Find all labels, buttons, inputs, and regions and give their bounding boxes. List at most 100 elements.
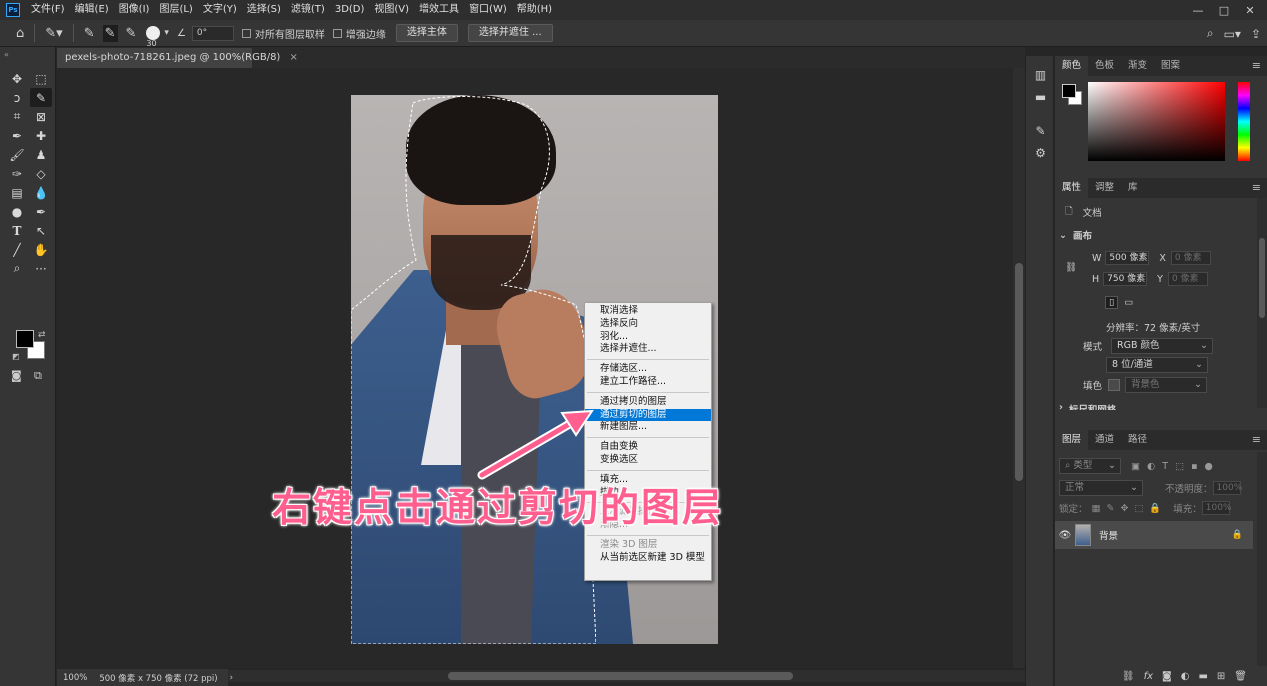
horizontal-scroll-thumb[interactable] xyxy=(448,672,793,680)
eye-icon[interactable]: 👁 xyxy=(1055,530,1075,541)
chevron-down-icon[interactable]: ▾ xyxy=(164,28,169,38)
fill-dropdown[interactable]: 背景色 ⌄ xyxy=(1125,377,1208,393)
select-and-mask-button[interactable]: 选择并遮住 ... xyxy=(467,24,553,42)
marquee-tool-icon[interactable]: ⬚ xyxy=(30,69,52,88)
vertical-scrollbar[interactable] xyxy=(1013,68,1025,668)
blend-mode-dropdown[interactable]: 正常 ⌄ xyxy=(1059,480,1143,496)
menu-item-5[interactable]: 选择(S) xyxy=(242,0,286,20)
path-selection-icon[interactable]: ↖ xyxy=(30,221,52,240)
chevron-down-icon[interactable]: ⌄ xyxy=(1059,230,1067,241)
mode-dropdown[interactable]: RGB 颜色 ⌄ xyxy=(1111,338,1214,354)
width-field[interactable]: 500 像素 xyxy=(1105,251,1150,265)
tab-patterns[interactable]: 图案 xyxy=(1154,56,1187,76)
share-icon[interactable]: ⇪ xyxy=(1251,27,1261,41)
context-menu-item[interactable]: 变换选区 xyxy=(585,454,711,467)
filter-smart-icon[interactable]: ▪ xyxy=(1191,461,1197,472)
close-tab-icon[interactable]: × xyxy=(290,52,298,63)
dodge-tool-icon[interactable]: ● xyxy=(6,202,28,221)
chevron-right-icon[interactable]: › xyxy=(1059,402,1063,410)
menu-item-1[interactable]: 编辑(E) xyxy=(70,0,114,20)
eyedropper-tool-icon[interactable]: ✒ xyxy=(6,126,28,145)
quick-selection-preset-icon[interactable]: ✎▾ xyxy=(45,26,62,41)
panel-menu-icon[interactable]: ≡ xyxy=(1252,59,1261,72)
tab-gradients[interactable]: 渐变 xyxy=(1121,56,1154,76)
tab-swatches[interactable]: 色板 xyxy=(1088,56,1121,76)
horizontal-scrollbar[interactable] xyxy=(228,670,1025,682)
context-menu-item[interactable]: 新建图层... xyxy=(585,421,711,434)
quick-selection-tool-icon[interactable]: ✎ xyxy=(30,88,52,107)
status-arrow-icon[interactable]: › xyxy=(230,673,233,683)
screen-mode-icon[interactable]: ⧉ xyxy=(34,369,42,383)
context-menu-item[interactable]: 通过剪切的图层 xyxy=(585,408,711,422)
frame-tool-icon[interactable]: ⊠ xyxy=(30,107,52,126)
home-icon[interactable]: ⌂ xyxy=(16,26,24,41)
checkbox-box[interactable] xyxy=(332,28,342,38)
zoom-level[interactable]: 100% xyxy=(63,673,87,683)
zoom-tool-icon[interactable]: ⌕ xyxy=(6,259,28,278)
lock-position-icon[interactable]: ✥ xyxy=(1120,503,1128,514)
filter-pixel-icon[interactable]: ▣ xyxy=(1131,461,1140,472)
vertical-scroll-thumb[interactable] xyxy=(1015,263,1023,481)
menu-item-2[interactable]: 图像(I) xyxy=(114,0,155,20)
workspace-icon[interactable]: ▭▾ xyxy=(1224,27,1241,41)
context-menu-item[interactable]: 羽化... xyxy=(585,331,711,344)
stamp-tool-icon[interactable]: ♟ xyxy=(30,145,52,164)
tab-paths[interactable]: 路径 xyxy=(1121,430,1154,450)
blur-tool-icon[interactable]: 💧 xyxy=(30,183,52,202)
rulers-grids-section[interactable]: › 标尺和网格 xyxy=(1059,402,1116,410)
trash-icon[interactable]: 🗑 xyxy=(1234,671,1247,682)
history-brush-icon[interactable]: ✑ xyxy=(6,164,28,183)
hand-tool-icon[interactable]: ✋ xyxy=(30,240,52,259)
type-tool-icon[interactable]: T xyxy=(6,221,28,240)
portrait-icon[interactable]: ▯ xyxy=(1105,296,1119,309)
layer-row-background[interactable]: 👁 背景 🔒 xyxy=(1055,521,1253,549)
default-colors-icon[interactable]: ◩ xyxy=(12,352,20,361)
tab-adjustments[interactable]: 调整 xyxy=(1088,178,1121,198)
properties-scrollbar[interactable] xyxy=(1257,198,1267,408)
fill-opacity-field[interactable]: 100% xyxy=(1201,501,1232,515)
tab-libraries[interactable]: 库 xyxy=(1121,178,1145,198)
adjustments-icon[interactable]: ⚙ xyxy=(1026,142,1055,164)
hue-slider[interactable] xyxy=(1238,82,1250,161)
comments-icon[interactable]: ▬ xyxy=(1026,86,1055,108)
context-menu-item[interactable]: 从当前选区新建 3D 模型 xyxy=(585,552,711,565)
context-menu-item[interactable]: 建立工作路径... xyxy=(585,376,711,389)
menu-item-0[interactable]: 文件(F) xyxy=(26,0,70,20)
panel-menu-icon[interactable]: ≡ xyxy=(1252,433,1261,446)
filter-shape-icon[interactable]: ⬚ xyxy=(1175,461,1184,472)
tab-color[interactable]: 颜色 xyxy=(1055,56,1089,76)
context-menu-item[interactable]: 选择并遮住... xyxy=(585,343,711,356)
layers-scrollbar[interactable] xyxy=(1257,452,1267,666)
lock-image-icon[interactable]: ✎ xyxy=(1107,503,1115,514)
search-icon[interactable]: ⌕ xyxy=(1207,26,1214,41)
tab-channels[interactable]: 通道 xyxy=(1088,430,1121,450)
tab-layers[interactable]: 图层 xyxy=(1055,430,1089,450)
context-menu-item[interactable]: 存储选区... xyxy=(585,363,711,376)
lock-artboard-icon[interactable]: ⬚ xyxy=(1134,503,1143,514)
menu-item-11[interactable]: 帮助(H) xyxy=(512,0,557,20)
context-menu-item[interactable]: 自由变换 xyxy=(585,441,711,454)
new-adjustment-icon[interactable]: ◐ xyxy=(1181,671,1190,682)
color-fg-swatch[interactable] xyxy=(1062,84,1076,98)
link-icon[interactable]: ⛓ xyxy=(1065,262,1077,273)
link-layers-icon[interactable]: ⛓ xyxy=(1122,671,1135,682)
quick-mask-icon[interactable]: ◙ xyxy=(11,369,22,382)
history-icon[interactable]: ▥ xyxy=(1026,64,1055,86)
new-layer-icon[interactable]: ⊞ xyxy=(1217,671,1225,682)
lock-icon[interactable]: 🔒 xyxy=(1232,530,1243,540)
eraser-tool-icon[interactable]: ◇ xyxy=(30,164,52,183)
properties-scroll-thumb[interactable] xyxy=(1259,238,1265,318)
x-field[interactable]: 0 像素 xyxy=(1170,251,1211,265)
angle-input[interactable]: 0° xyxy=(191,25,234,41)
lock-transparent-icon[interactable]: ▦ xyxy=(1092,503,1101,514)
subtract-from-selection-icon[interactable]: ✎ xyxy=(126,26,137,41)
sample-all-layers-checkbox[interactable]: 对所有图层取样 xyxy=(241,26,325,41)
move-tool-icon[interactable]: ✥ xyxy=(6,69,28,88)
new-selection-icon[interactable]: ✎ xyxy=(84,26,95,41)
fill-swatch[interactable] xyxy=(1108,379,1121,391)
document-tab[interactable]: pexels-photo-718261.jpeg @ 100%(RGB/8) × xyxy=(57,48,298,68)
select-subject-button[interactable]: 选择主体 xyxy=(395,24,458,42)
layer-filter-dropdown[interactable]: ⌕ 类型 ⌄ xyxy=(1059,458,1121,474)
context-menu-item[interactable]: 通过拷贝的图层 xyxy=(585,396,711,409)
new-group-icon[interactable]: ▬ xyxy=(1198,671,1207,682)
